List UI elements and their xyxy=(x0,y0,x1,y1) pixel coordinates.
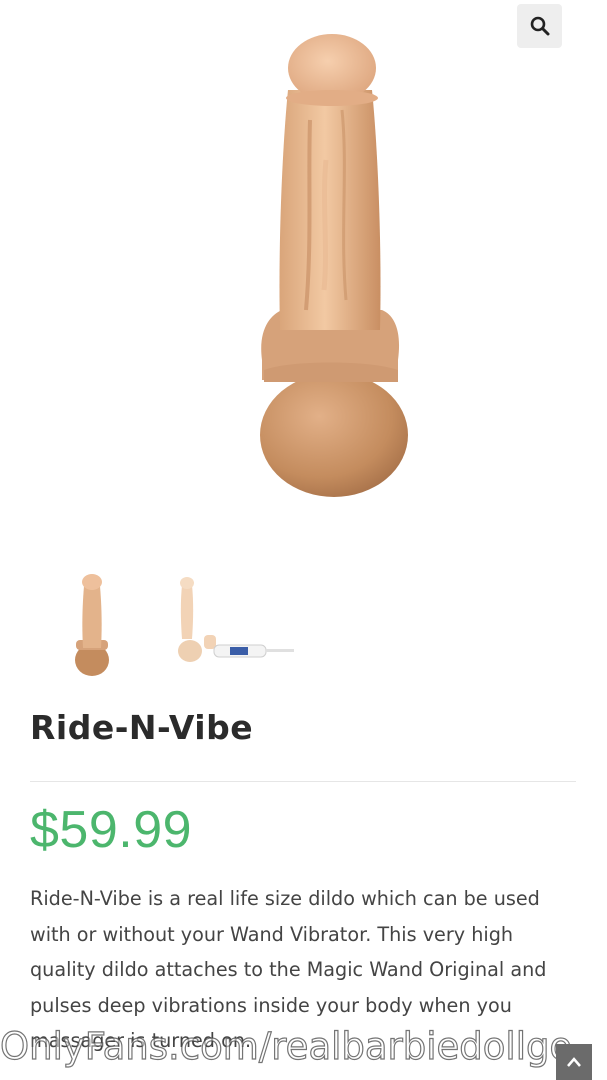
watermark-text: OnlyFans.com/realbarbiedollgo xyxy=(0,1024,573,1068)
product-main-image[interactable] xyxy=(230,30,430,500)
product-page: Ride-N-Vibe $59.99 Ride-N-Vibe is a real… xyxy=(0,0,607,1080)
search-button[interactable] xyxy=(517,4,562,48)
thumbnail-dildo[interactable] xyxy=(60,570,122,680)
search-icon xyxy=(530,16,549,36)
product-title: Ride-N-Vibe xyxy=(30,708,254,747)
scroll-to-top-button[interactable] xyxy=(556,1044,592,1080)
chevron-up-icon xyxy=(567,1057,581,1067)
thumbnail-dildo-with-wand[interactable] xyxy=(168,575,298,670)
divider xyxy=(30,781,576,782)
product-price: $59.99 xyxy=(30,801,193,859)
